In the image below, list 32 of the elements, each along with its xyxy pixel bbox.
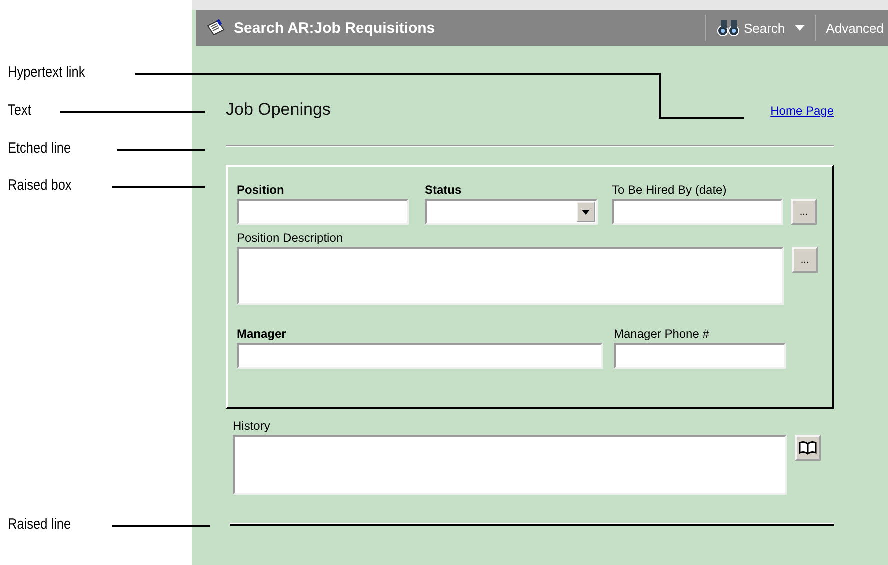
browse-button[interactable]: ... bbox=[791, 199, 817, 225]
book-button[interactable] bbox=[795, 435, 821, 461]
page-heading: Job Openings bbox=[226, 100, 331, 120]
caret-icon bbox=[795, 25, 806, 31]
search-button[interactable]: Search bbox=[712, 19, 810, 37]
book-icon bbox=[799, 441, 817, 455]
field-label: To Be Hired By (date) bbox=[612, 183, 728, 197]
date-field[interactable] bbox=[612, 199, 783, 225]
history-area[interactable] bbox=[233, 435, 787, 495]
field-label: Status bbox=[425, 183, 463, 197]
home-page-link[interactable]: Home Page bbox=[770, 104, 834, 118]
toolbar-button[interactable]: Advanced bbox=[822, 20, 888, 36]
text-field[interactable] bbox=[614, 343, 786, 369]
browse-button[interactable]: ... bbox=[792, 247, 818, 273]
window-title: Search AR:Job Requisitions bbox=[234, 20, 436, 36]
callout-label: Raised box bbox=[8, 177, 72, 194]
field-label: History bbox=[233, 419, 272, 433]
field-label: Manager bbox=[237, 327, 288, 341]
dropdown-arrow-icon bbox=[582, 210, 590, 214]
text-field[interactable] bbox=[237, 199, 409, 225]
callout-label: Raised line bbox=[8, 516, 72, 533]
notepad-icon bbox=[206, 18, 226, 38]
field-label: Position bbox=[237, 183, 286, 197]
text-field[interactable] bbox=[237, 343, 603, 369]
field-label: Position Description bbox=[237, 231, 344, 245]
callout-label: Etched line bbox=[8, 140, 72, 157]
binoculars-icon bbox=[716, 19, 742, 37]
callout-label: Hypertext link bbox=[8, 64, 86, 81]
text-area[interactable] bbox=[237, 247, 784, 305]
field-label: Manager Phone # bbox=[614, 327, 710, 341]
dropdown-field[interactable] bbox=[425, 199, 598, 225]
callout-label: Text bbox=[8, 102, 32, 119]
